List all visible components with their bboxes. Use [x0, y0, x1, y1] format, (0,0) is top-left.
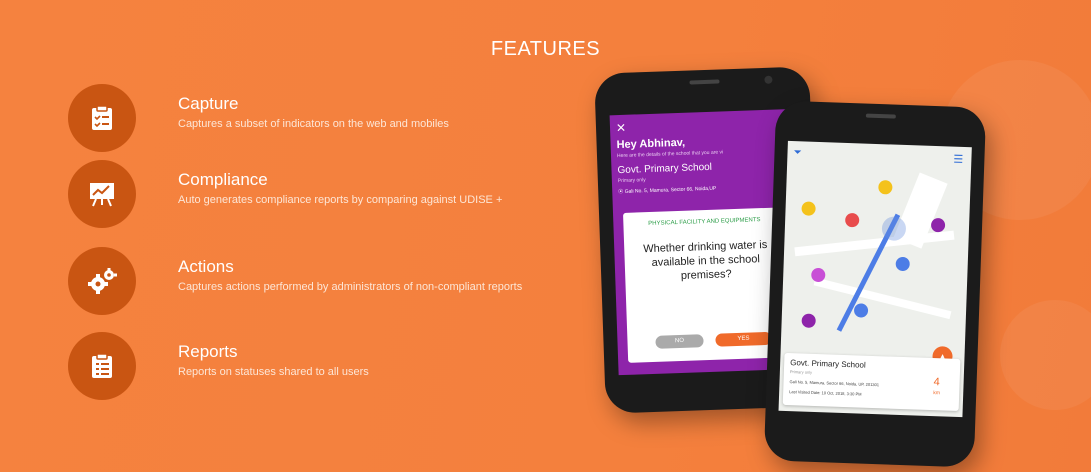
- feature-text: Actions Captures actions performed by ad…: [178, 257, 578, 294]
- school-name: Govt. Primary School: [617, 161, 713, 177]
- section-title: FEATURES: [490, 38, 601, 60]
- card-subtitle: Primary only: [789, 369, 813, 375]
- card-title: Govt. Primary School: [790, 358, 866, 370]
- clipboard-check-icon: [68, 84, 136, 152]
- feature-capture: Capture Captures a subset of indicators …: [68, 84, 588, 154]
- phone-map: ⏷ ☰ ▲ Govt. Primary School Primary only …: [763, 100, 987, 468]
- feature-description: Captures a subset of indicators on the w…: [178, 118, 449, 130]
- report-list-icon: [68, 332, 136, 400]
- features-section: FEATURES Capture Captures a subset of in…: [0, 0, 1091, 472]
- close-icon[interactable]: ✕: [616, 121, 627, 135]
- background-decoration: [1000, 300, 1091, 410]
- feature-text: Reports Reports on statuses shared to al…: [178, 342, 578, 379]
- phone-speaker: [689, 79, 720, 85]
- school-marker[interactable]: [853, 303, 869, 318]
- school-address: ⦿ Gali No. 5, Mamura, Sector 66, Noida,U…: [618, 185, 716, 195]
- greeting: Hey Abhinav,: [616, 136, 686, 152]
- feature-description: Auto generates compliance reports by com…: [178, 194, 503, 206]
- phone-camera: [764, 75, 773, 84]
- no-button[interactable]: NO: [655, 334, 704, 349]
- question-card: PHYSICAL FACILITY AND EQUIPMENTS Whether…: [623, 207, 791, 363]
- feature-actions: Actions Captures actions performed by ad…: [68, 247, 588, 317]
- card-last-visited: Last Visited Date: 10 Oct, 2018, 3:30 PM: [789, 389, 862, 397]
- feature-name: Compliance: [178, 170, 268, 189]
- map-screen: ⏷ ☰ ▲ Govt. Primary School Primary only …: [778, 140, 972, 418]
- question-category: PHYSICAL FACILITY AND EQUIPMENTS: [648, 217, 761, 228]
- feature-compliance: Compliance Auto generates compliance rep…: [68, 160, 588, 230]
- school-marker[interactable]: [844, 212, 860, 228]
- list-icon[interactable]: ☰: [953, 153, 963, 166]
- feature-name: Reports: [178, 342, 238, 361]
- question-text: Whether drinking water is available in t…: [643, 238, 768, 282]
- feature-name: Capture: [178, 94, 239, 113]
- presentation-chart-icon: [68, 160, 136, 228]
- school-type: Primary only: [617, 177, 646, 185]
- gears-icon: [68, 247, 136, 315]
- feature-description: Reports on statuses shared to all users: [178, 366, 369, 378]
- feature-text: Capture Captures a subset of indicators …: [178, 94, 578, 131]
- school-marker[interactable]: [895, 256, 910, 272]
- map-road: [813, 277, 952, 320]
- feature-name: Actions: [178, 257, 234, 276]
- feature-text: Compliance Auto generates compliance rep…: [178, 170, 578, 207]
- school-card[interactable]: Govt. Primary School Primary only Gali N…: [782, 352, 961, 411]
- card-address: Gali No. 5, Mamura, Sector 66, Noida, UP…: [789, 379, 880, 388]
- school-marker[interactable]: [801, 313, 816, 328]
- distance-unit: km: [933, 390, 941, 397]
- school-marker[interactable]: [878, 180, 893, 195]
- school-marker[interactable]: [801, 201, 816, 216]
- feature-reports: Reports Reports on statuses shared to al…: [68, 332, 588, 402]
- phone-speaker: [865, 113, 896, 119]
- filter-icon[interactable]: ⏷: [793, 147, 801, 158]
- yes-button[interactable]: YES: [715, 331, 772, 347]
- feature-description: Captures actions performed by administra…: [178, 281, 523, 293]
- address-text: Gali No. 5, Mamura, Sector 66, Noida,UP: [624, 185, 717, 195]
- school-marker[interactable]: [930, 217, 946, 233]
- map-road: [794, 230, 955, 257]
- distance-value: 4: [933, 376, 940, 389]
